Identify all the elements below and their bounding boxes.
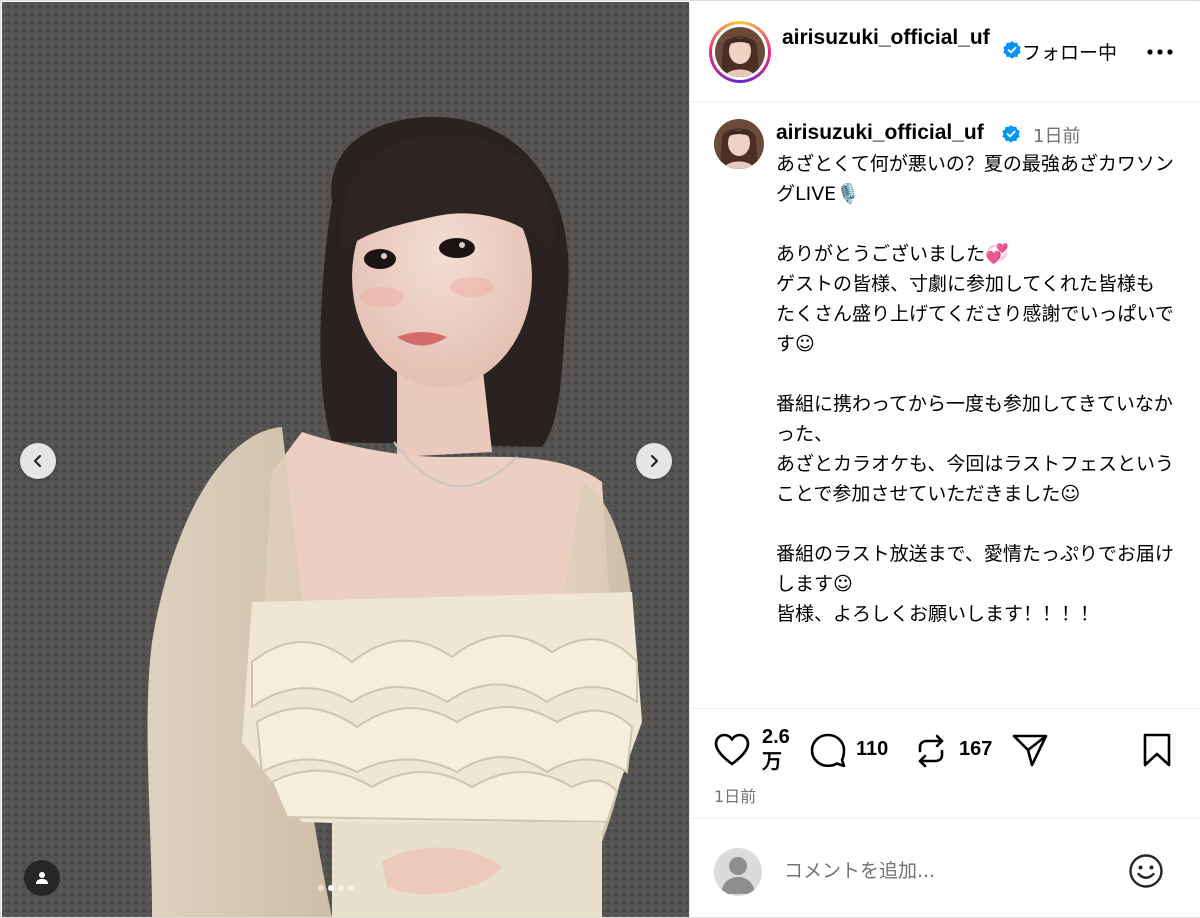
more-horizontal-icon bbox=[1147, 49, 1173, 55]
user-tag-icon bbox=[36, 872, 48, 884]
like-button[interactable] bbox=[714, 733, 750, 767]
post-date[interactable]: 1日前 bbox=[714, 783, 756, 807]
carousel-dot-active bbox=[328, 885, 334, 891]
default-avatar-icon bbox=[714, 848, 762, 896]
comment-button[interactable] bbox=[810, 733, 846, 767]
heart-icon bbox=[714, 733, 750, 766]
verified-badge-icon bbox=[1002, 125, 1020, 143]
current-user-avatar bbox=[714, 848, 762, 896]
caption-section: airisuzuki_official_uf 1日前 あざとくて何が悪いの？夏の… bbox=[690, 103, 1200, 708]
share-button[interactable] bbox=[1012, 733, 1048, 767]
avatar bbox=[715, 27, 765, 77]
post-media[interactable] bbox=[2, 2, 689, 917]
post-dialog: airisuzuki_official_uf フォロー中 airisuzuki_… bbox=[0, 0, 1200, 918]
header-username[interactable]: airisuzuki_official_uf bbox=[782, 24, 997, 52]
post-sidebar: airisuzuki_official_uf フォロー中 airisuzuki_… bbox=[689, 2, 1200, 917]
carousel-dot bbox=[348, 885, 354, 891]
story-ring[interactable] bbox=[709, 21, 771, 83]
repost-icon bbox=[918, 734, 944, 768]
post-header: airisuzuki_official_uf フォロー中 bbox=[690, 2, 1200, 102]
carousel-dot bbox=[318, 885, 324, 891]
post-photo bbox=[2, 2, 689, 917]
chevron-left-icon bbox=[33, 454, 42, 468]
chevron-right-icon bbox=[650, 454, 659, 468]
carousel-indicator bbox=[318, 885, 354, 891]
carousel-dot bbox=[338, 885, 344, 891]
following-button[interactable]: フォロー中 bbox=[1022, 38, 1117, 65]
caption-avatar[interactable] bbox=[714, 119, 764, 169]
caption-username[interactable]: airisuzuki_official_uf bbox=[776, 119, 984, 147]
repost-button[interactable] bbox=[914, 733, 948, 769]
action-bar: 2.6万 110 167 1日前 bbox=[690, 708, 1200, 818]
comment-input[interactable] bbox=[784, 856, 1114, 886]
tagged-users-button[interactable] bbox=[24, 860, 60, 896]
carousel-prev-button[interactable] bbox=[20, 443, 56, 479]
caption-text: あざとくて何が悪いの？夏の最強あざカワソングLIVE🎙️ ありがとうございました… bbox=[776, 153, 1175, 625]
comment-count[interactable]: 110 bbox=[856, 738, 888, 761]
more-options-button[interactable] bbox=[1145, 40, 1175, 64]
verified-badge-icon bbox=[1003, 41, 1021, 59]
send-icon bbox=[1012, 734, 1048, 767]
like-count[interactable]: 2.6万 bbox=[762, 725, 802, 775]
carousel-next-button[interactable] bbox=[636, 443, 672, 479]
emoji-icon bbox=[1129, 854, 1163, 888]
bookmark-icon bbox=[1143, 733, 1171, 767]
caption-timestamp[interactable]: 1日前 bbox=[1033, 122, 1080, 148]
emoji-button[interactable] bbox=[1128, 853, 1164, 893]
save-button[interactable] bbox=[1142, 733, 1172, 767]
repost-count[interactable]: 167 bbox=[959, 738, 992, 761]
comment-composer bbox=[690, 818, 1200, 917]
comment-icon bbox=[810, 733, 846, 767]
